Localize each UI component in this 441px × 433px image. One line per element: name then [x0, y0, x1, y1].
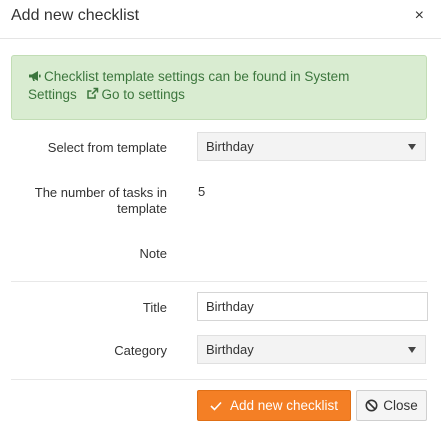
ban-icon	[365, 399, 378, 412]
tasks-count-label-line1: The number of tasks in	[34, 185, 167, 200]
external-link-icon	[86, 87, 99, 100]
add-checklist-button-label: Add new checklist	[229, 398, 339, 413]
tasks-count-label-line2: template	[117, 201, 167, 216]
category-select[interactable]: Birthday	[197, 335, 426, 364]
note-label: Note	[139, 246, 167, 261]
tasks-count-value: 5	[198, 184, 206, 199]
close-button[interactable]: Close	[356, 390, 427, 421]
add-checklist-button[interactable]: Add new checklist	[197, 390, 351, 421]
category-label: Category	[114, 343, 167, 358]
footer-divider	[11, 379, 427, 380]
template-select[interactable]: Birthday	[197, 132, 426, 161]
tasks-count-label: The number of tasks in template	[35, 185, 167, 217]
category-select-value: Birthday	[206, 342, 254, 357]
dialog-title: Add new checklist	[11, 7, 140, 24]
section-divider	[11, 281, 427, 282]
alert-text-line2: Settings	[28, 87, 77, 102]
title-label: Title	[142, 300, 167, 315]
template-select-value: Birthday	[206, 139, 254, 154]
dialog-header: Add new checklist ×	[0, 0, 441, 39]
check-icon	[210, 401, 222, 411]
go-to-settings-label: Go to settings	[101, 87, 185, 102]
info-alert: Checklist template settings can be found…	[11, 55, 427, 120]
title-input[interactable]: Birthday	[197, 292, 428, 321]
alert-text-line1: Checklist template settings can be found…	[44, 69, 350, 84]
close-icon[interactable]: ×	[415, 8, 424, 24]
template-label: Select from template	[47, 140, 167, 155]
caret-down-icon	[408, 347, 416, 353]
close-button-label: Close	[383, 398, 418, 413]
go-to-settings-link[interactable]: Go to settings	[86, 87, 185, 102]
bullhorn-icon	[28, 70, 41, 82]
caret-down-icon	[408, 144, 416, 150]
